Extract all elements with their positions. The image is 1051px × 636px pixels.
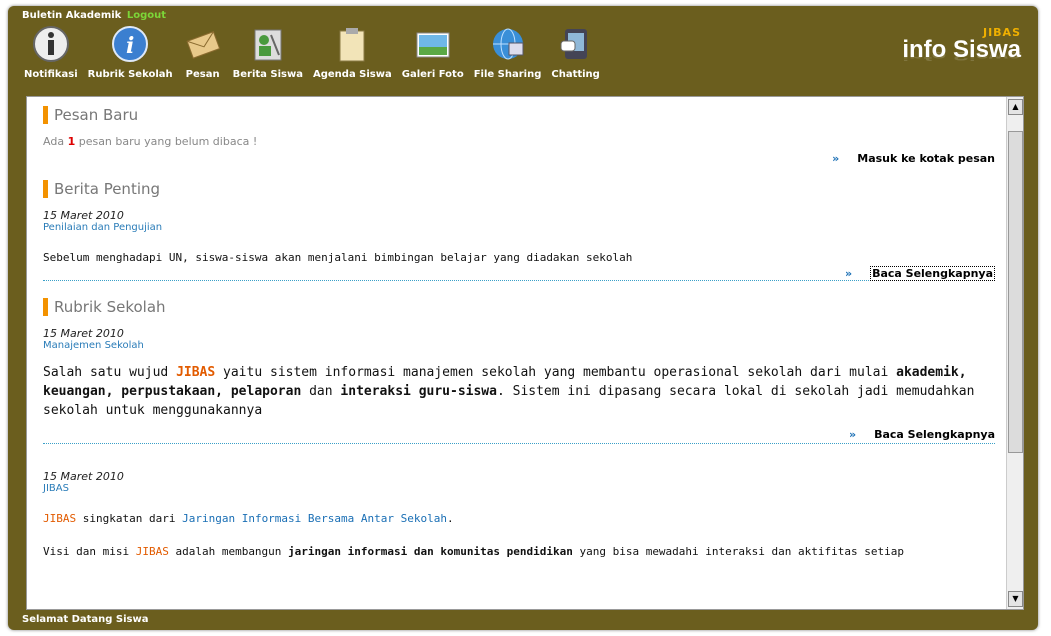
news-category[interactable]: Penilaian dan Pengujian [43,222,995,233]
article-vision: Visi dan misi JIBAS adalah membangun jar… [43,545,904,558]
nav-notifikasi[interactable]: Notifikasi [24,24,78,86]
divider [43,443,995,444]
rubrik-category[interactable]: Manajemen Sekolah [43,340,995,351]
article-date: 15 Maret 2010 [43,470,124,483]
envelope-icon [186,31,220,59]
scroll-down-button[interactable]: ▼ [1008,591,1023,607]
section-rubrik-sekolah: Rubrik Sekolah [43,297,995,317]
nav-label: Berita Siswa [232,69,303,80]
double-chevron-right-icon: » [848,428,857,441]
news-date: 15 Maret 2010 [43,209,124,222]
read-more-link[interactable]: » Baca Selengkapnya [43,428,995,441]
nav-pesan[interactable]: Pesan [183,24,223,86]
brand-logo: JIBAS info Siswa info Siswa [902,26,1021,83]
nav-icon-bar: Notifikasi i Rubrik Sekolah Pesan Berita… [24,24,610,86]
nav-rubrik-sekolah[interactable]: i Rubrik Sekolah [88,24,173,86]
app-title: Buletin Akademik [22,10,122,21]
section-title: Berita Penting [54,180,161,198]
news-icon [254,29,282,61]
globe-icon [492,28,524,60]
double-chevron-right-icon: » [832,152,840,165]
nav-label: Agenda Siswa [312,69,392,80]
content-inner: Pesan Baru Ada 1 pesan baru yang belum d… [43,97,995,558]
article-category[interactable]: JIBAS [43,483,995,494]
info-icon [32,26,69,62]
vertical-scrollbar[interactable]: ▲ ▼ [1006,97,1023,609]
top-bar: Buletin Akademik Logout [22,10,166,21]
read-more-link[interactable]: » Baca Selengkapnya [43,266,995,283]
nav-label: File Sharing [473,69,542,80]
logout-link[interactable]: Logout [127,10,166,21]
nav-label: Pesan [185,69,220,80]
nav-chatting[interactable]: Chatting [551,24,600,86]
brand-reflection: info Siswa [902,49,1021,63]
nav-berita-siswa[interactable]: Berita Siswa [233,24,303,86]
svg-text:i: i [126,33,134,59]
nav-galeri-foto[interactable]: Galeri Foto [402,24,464,86]
inbox-link[interactable]: » Masuk ke kotak pesan [43,152,995,165]
section-berita-penting: Berita Penting [43,179,995,199]
double-chevron-right-icon: » [844,267,853,280]
info-circle-icon: i [112,26,149,62]
nav-file-sharing[interactable]: File Sharing [473,24,542,86]
scroll-up-button[interactable]: ▲ [1008,99,1023,115]
article-text: JIBAS singkatan dari Jaringan Informasi … [43,512,454,525]
rubrik-body: Salah satu wujud JIBAS yaitu sistem info… [43,365,975,418]
nav-label: Rubrik Sekolah [87,69,173,80]
scroll-thumb[interactable] [1008,131,1023,453]
photo-icon [416,32,450,58]
nav-label: Galeri Foto [401,69,464,80]
section-title: Pesan Baru [54,106,139,124]
section-pesan-baru: Pesan Baru [43,105,995,125]
chat-icon [560,29,587,59]
section-title: Rubrik Sekolah [54,298,166,316]
nav-agenda-siswa[interactable]: Agenda Siswa [313,24,392,86]
unread-message-note: Ada 1 pesan baru yang belum dibaca ! [43,135,258,148]
clipboard-icon [339,28,365,62]
nav-label: Notifikasi [24,69,78,80]
content-panel: Pesan Baru Ada 1 pesan baru yang belum d… [26,96,1024,610]
footer-status: Selamat Datang Siswa [22,614,149,625]
nav-label: Chatting [551,69,600,80]
news-summary: Sebelum menghadapi UN, siswa-siswa akan … [43,251,633,264]
rubrik-date: 15 Maret 2010 [43,327,124,340]
